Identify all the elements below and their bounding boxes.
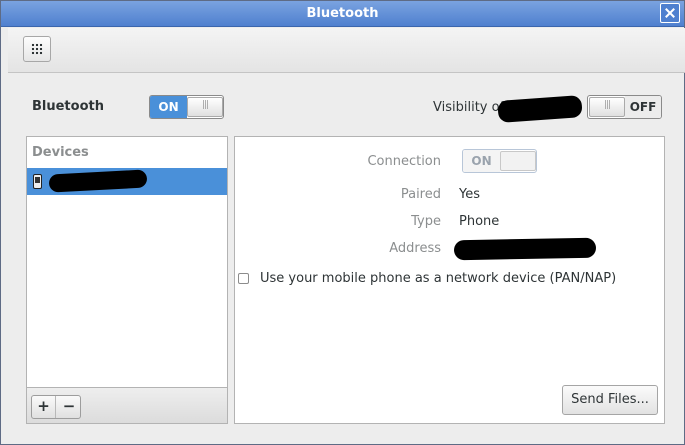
toolbar xyxy=(8,28,685,73)
redacted-address xyxy=(453,237,597,261)
connection-switch-on-text: ON xyxy=(463,150,500,172)
paired-value: Yes xyxy=(459,187,480,202)
switch-knob[interactable] xyxy=(500,151,536,171)
phone-icon xyxy=(33,174,42,189)
type-value: Phone xyxy=(459,214,500,229)
show-applications-button[interactable] xyxy=(23,36,51,62)
device-list-item[interactable] xyxy=(27,168,227,195)
type-label: Type xyxy=(411,214,441,229)
visibility-switch-off-text: OFF xyxy=(625,96,661,118)
bluetooth-switch[interactable]: ON xyxy=(149,95,224,119)
grid-icon xyxy=(31,43,43,55)
redacted-device-name xyxy=(497,95,583,123)
redacted-device-name xyxy=(48,169,148,193)
send-files-button[interactable]: Send Files... xyxy=(562,385,658,415)
add-device-button[interactable]: + xyxy=(32,396,56,418)
connection-label: Connection xyxy=(367,154,441,169)
titlebar[interactable]: Bluetooth xyxy=(1,1,684,27)
bluetooth-switch-on-text: ON xyxy=(150,96,187,118)
device-details-panel: Connection ON Paired Yes Type Phone Addr… xyxy=(234,136,665,424)
switch-knob[interactable] xyxy=(589,97,625,117)
switch-knob[interactable] xyxy=(187,97,223,117)
devices-header: Devices xyxy=(32,145,89,160)
close-icon[interactable] xyxy=(660,3,680,23)
bluetooth-label: Bluetooth xyxy=(32,99,104,114)
window-title: Bluetooth xyxy=(306,6,379,21)
add-remove-group: + − xyxy=(31,395,81,419)
devices-list-panel: Devices + − xyxy=(26,136,228,424)
network-device-checkbox[interactable] xyxy=(238,273,249,284)
network-device-label[interactable]: Use your mobile phone as a network devic… xyxy=(260,271,616,286)
address-label: Address xyxy=(389,241,441,256)
bluetooth-window: Bluetooth Bluetooth ON Visibility of “ O… xyxy=(0,0,685,445)
paired-label: Paired xyxy=(400,187,441,202)
devices-toolbar: + − xyxy=(27,387,227,423)
remove-device-button[interactable]: − xyxy=(57,396,81,418)
visibility-switch[interactable]: OFF xyxy=(587,95,662,119)
connection-switch[interactable]: ON xyxy=(462,149,537,173)
